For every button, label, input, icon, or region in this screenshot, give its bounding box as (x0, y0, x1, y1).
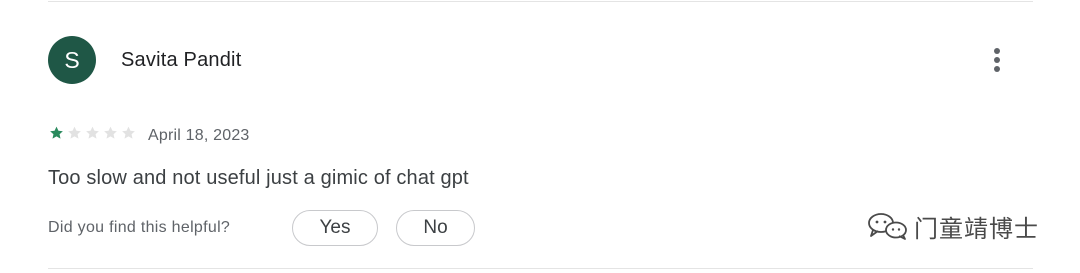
star-empty-icon (122, 126, 135, 139)
top-divider (48, 1, 1033, 2)
star-empty-icon (68, 126, 81, 139)
more-options-button[interactable] (981, 44, 1013, 76)
bottom-divider (48, 268, 1033, 269)
star-rating (48, 124, 138, 142)
star-empty-icon (104, 126, 117, 139)
helpful-prompt: Did you find this helpful? (48, 219, 231, 236)
wechat-icon (868, 213, 907, 240)
watermark-text: 门童靖博士 (914, 214, 1039, 243)
reviewer-name: Savita Pandit (121, 49, 242, 71)
helpful-no-button[interactable]: No (396, 210, 475, 246)
helpful-yes-button[interactable]: Yes (292, 210, 378, 246)
star-filled-icon (50, 126, 63, 139)
star-empty-icon (86, 126, 99, 139)
review-card: S Savita Pandit April 18, 2023 Too slow … (0, 0, 1080, 273)
review-date: April 18, 2023 (148, 127, 250, 144)
watermark: 门童靖博士 (866, 208, 1039, 244)
avatar: S (48, 36, 96, 84)
review-text: Too slow and not useful just a gimic of … (48, 167, 469, 189)
